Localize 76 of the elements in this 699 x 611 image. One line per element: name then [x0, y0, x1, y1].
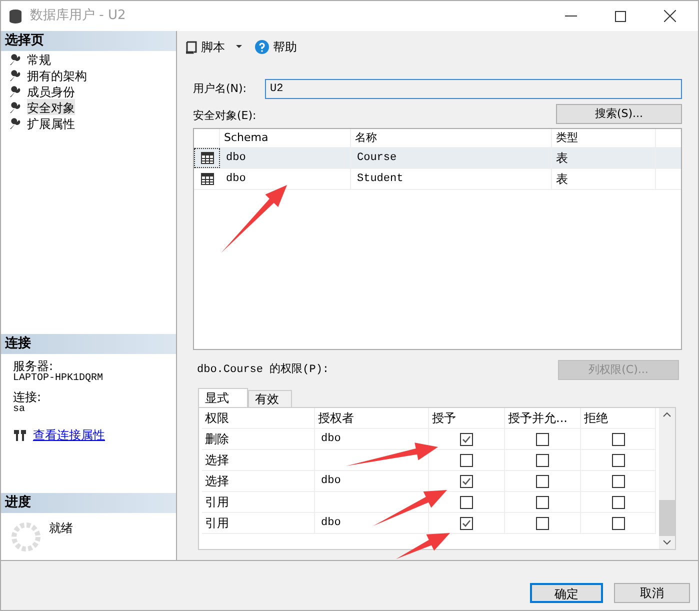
section-header: 选择页: [1, 31, 176, 51]
server-name: LAPTOP-HPK1DQRM: [13, 373, 104, 385]
script-icon: [185, 40, 197, 54]
table-cell-text: dbo: [321, 474, 341, 489]
table-cell: Student: [351, 169, 552, 189]
connection-properties-link[interactable]: 查看连接属性: [33, 426, 105, 444]
checkbox[interactable]: [612, 474, 624, 488]
table-cell-text: dbo: [321, 516, 341, 531]
username-field[interactable]: U2: [265, 79, 682, 99]
column-header[interactable]: Schema: [220, 129, 351, 147]
column-header[interactable]: 授予: [429, 408, 505, 428]
username-label: 用户名(N):: [193, 80, 248, 97]
maximize-icon[interactable]: [615, 10, 626, 22]
table-cell: Course: [351, 148, 552, 168]
spinner-icon: [11, 522, 41, 552]
sidebar-item[interactable]: 拥有的架构: [27, 67, 87, 85]
script-button[interactable]: 脚本: [185, 38, 245, 56]
checkbox[interactable]: [536, 432, 549, 446]
ok-button[interactable]: 确定: [530, 583, 603, 603]
table-row[interactable]: dbo Student 表: [194, 169, 681, 190]
checkbox[interactable]: [460, 516, 473, 530]
checkbox[interactable]: [460, 496, 473, 508]
table-cell: 表: [552, 148, 656, 168]
checkbox[interactable]: [536, 516, 549, 530]
checkbox[interactable]: [612, 516, 624, 530]
permissions-label: dbo.Course 的权限(P):: [197, 362, 330, 378]
column-header[interactable]: 类型: [552, 129, 656, 147]
annotation-arrow: [221, 185, 287, 253]
connection-user: sa: [13, 404, 26, 416]
table-cell: 选择: [202, 471, 315, 491]
connection-label: 连接:: [13, 391, 42, 404]
section-header: 连接: [1, 334, 176, 354]
column-header[interactable]: 名称: [351, 129, 552, 147]
column-header[interactable]: 授予并允...: [505, 408, 581, 428]
column-header[interactable]: 拒绝: [581, 408, 656, 428]
scrollbar[interactable]: [659, 408, 675, 549]
cancel-button[interactable]: 取消: [614, 583, 690, 603]
table-row[interactable]: dbo Course 表: [194, 148, 681, 169]
table-cell: 引用: [202, 513, 315, 533]
table-icon: [200, 173, 214, 185]
checkbox[interactable]: [612, 432, 624, 446]
tab[interactable]: 显式: [198, 388, 248, 407]
column-header[interactable]: 授权者: [315, 408, 429, 428]
table-icon: [200, 152, 214, 164]
help-icon: [255, 40, 269, 54]
checkbox[interactable]: [460, 474, 473, 488]
table-cell: 表: [552, 169, 656, 189]
table-cell: 引用: [202, 492, 315, 512]
server-label: 服务器:: [13, 360, 54, 373]
close-icon[interactable]: [664, 10, 676, 22]
sidebar-item[interactable]: 扩展属性: [27, 115, 75, 133]
checkbox[interactable]: [536, 474, 549, 488]
checkbox[interactable]: [460, 432, 473, 446]
section-header: 进度: [1, 493, 176, 513]
table-cell: 选择: [202, 450, 315, 470]
column-header[interactable]: 权限: [202, 408, 315, 428]
checkbox[interactable]: [536, 496, 549, 508]
database-icon: [9, 8, 22, 24]
checkbox[interactable]: [460, 454, 473, 466]
scroll-down-icon[interactable]: [663, 540, 671, 545]
table-cell: dbo: [220, 148, 351, 168]
minimize-icon[interactable]: [565, 15, 577, 17]
checkbox[interactable]: [612, 496, 624, 508]
help-button[interactable]: 帮助: [255, 38, 297, 56]
window-title: 数据库用户 - U2: [30, 7, 126, 26]
progress-status: 就绪: [49, 520, 73, 537]
securables-label: 安全对象(E):: [193, 108, 256, 124]
checkbox[interactable]: [536, 454, 549, 466]
search-button[interactable]: 搜索(S)...: [556, 104, 682, 124]
annotation-arrow: [396, 533, 450, 559]
tab[interactable]: 有效: [248, 390, 292, 407]
checkbox[interactable]: [612, 454, 624, 466]
scroll-up-icon[interactable]: [663, 412, 671, 417]
plug-icon: [13, 429, 27, 441]
table-cell-text: dbo: [321, 432, 341, 447]
table-cell: 删除: [202, 429, 315, 449]
